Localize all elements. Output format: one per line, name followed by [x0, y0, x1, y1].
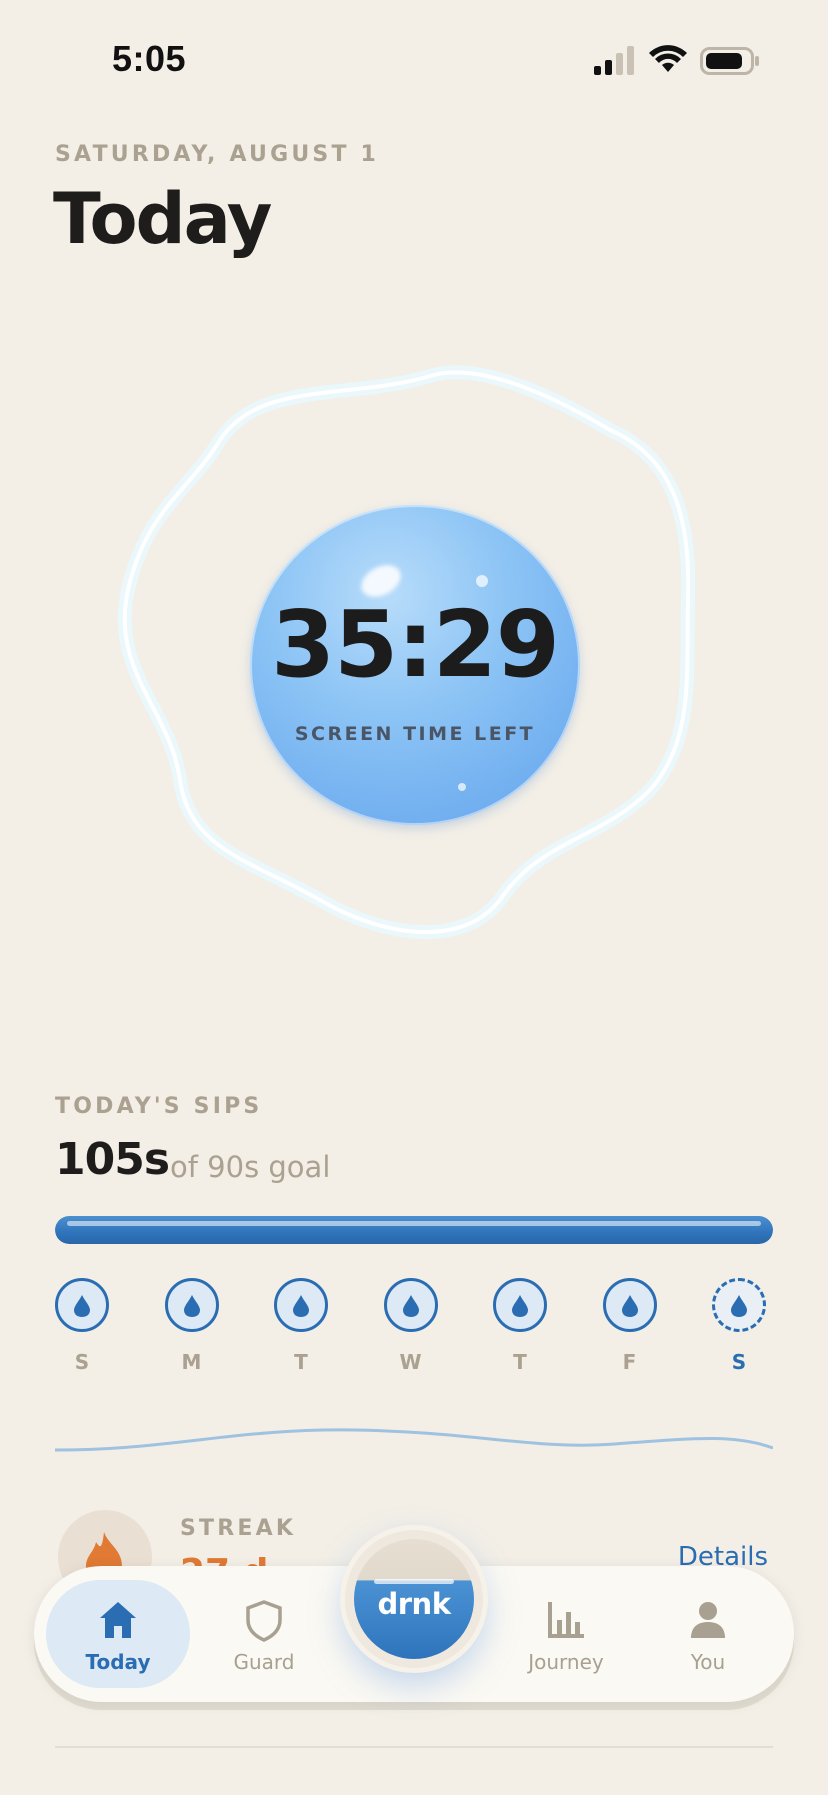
date-label: SATURDAY, AUGUST 1 [55, 142, 380, 167]
wave-divider [55, 1428, 773, 1452]
day-letter: W [399, 1350, 422, 1374]
tab-journey[interactable]: Journey [494, 1580, 638, 1688]
orb-bubble [476, 575, 488, 587]
day-letter: S [74, 1350, 90, 1374]
divider [55, 1746, 773, 1748]
timer-orb[interactable]: 35:29 SCREEN TIME LEFT [250, 505, 580, 825]
day-circle [164, 1278, 219, 1332]
cellular-signal-icon [594, 46, 634, 75]
tab-label: Today [85, 1650, 151, 1674]
sips-label: TODAY'S SIPS [55, 1094, 263, 1119]
tab-label: You [690, 1650, 726, 1674]
day-letter: T [294, 1350, 308, 1374]
tab-label: Journey [528, 1650, 604, 1674]
sips-value: 105s [55, 1134, 170, 1185]
sips-goal: of 90s goal [170, 1150, 331, 1184]
timer-area: 35:29 SCREEN TIME LEFT [0, 340, 828, 960]
day-circle [55, 1278, 109, 1332]
timer-caption: SCREEN TIME LEFT [294, 723, 536, 745]
sips-progress-fill [55, 1216, 773, 1244]
water-drop-icon [183, 1295, 200, 1317]
water-level-line [374, 1579, 454, 1584]
day-circle [274, 1278, 328, 1332]
week-day[interactable]: F [600, 1278, 660, 1374]
week-day[interactable]: W [381, 1278, 441, 1374]
streak-label: STREAK [180, 1516, 297, 1541]
week-day[interactable]: T [490, 1278, 550, 1374]
day-circle [712, 1278, 766, 1332]
tab-label: Guard [233, 1650, 295, 1674]
week-row: SMTWTFS [55, 1278, 773, 1378]
week-day[interactable]: S [52, 1278, 112, 1374]
day-letter: T [513, 1350, 527, 1374]
shield-icon [246, 1600, 282, 1642]
water-drop-icon [402, 1295, 419, 1317]
home-icon [100, 1602, 136, 1638]
status-time: 5:05 [112, 38, 187, 79]
water-drop-icon [293, 1295, 309, 1317]
week-day[interactable]: S [709, 1278, 769, 1374]
water-drop-icon [621, 1295, 638, 1317]
timer-value: 35:29 [271, 591, 560, 698]
bar-chart-icon [548, 1602, 584, 1638]
status-bar: 5:05 [0, 0, 828, 120]
page-title: Today [53, 178, 272, 260]
person-icon [691, 1602, 725, 1638]
orb-bubble [458, 783, 466, 791]
water-drop-icon [512, 1295, 528, 1317]
day-letter: S [731, 1350, 747, 1374]
tab-guard[interactable]: Guard [192, 1580, 336, 1688]
tab-you[interactable]: You [636, 1580, 780, 1688]
day-letter: F [622, 1350, 637, 1374]
drnk-button-ring: drnk [345, 1530, 483, 1668]
water-drop-icon [74, 1295, 90, 1317]
progress-shine [67, 1221, 761, 1226]
day-letter: M [181, 1350, 202, 1374]
wifi-icon [649, 45, 687, 72]
day-circle [383, 1278, 438, 1332]
day-circle [602, 1278, 657, 1332]
week-day[interactable]: T [271, 1278, 331, 1374]
drnk-label: drnk [377, 1587, 452, 1621]
battery-icon [700, 47, 759, 75]
tab-today[interactable]: Today [46, 1580, 190, 1688]
water-drop-icon [731, 1295, 747, 1317]
sips-progress-bar [55, 1216, 773, 1244]
week-day[interactable]: M [162, 1278, 222, 1374]
drnk-button[interactable]: drnk [354, 1539, 474, 1659]
day-circle [493, 1278, 547, 1332]
